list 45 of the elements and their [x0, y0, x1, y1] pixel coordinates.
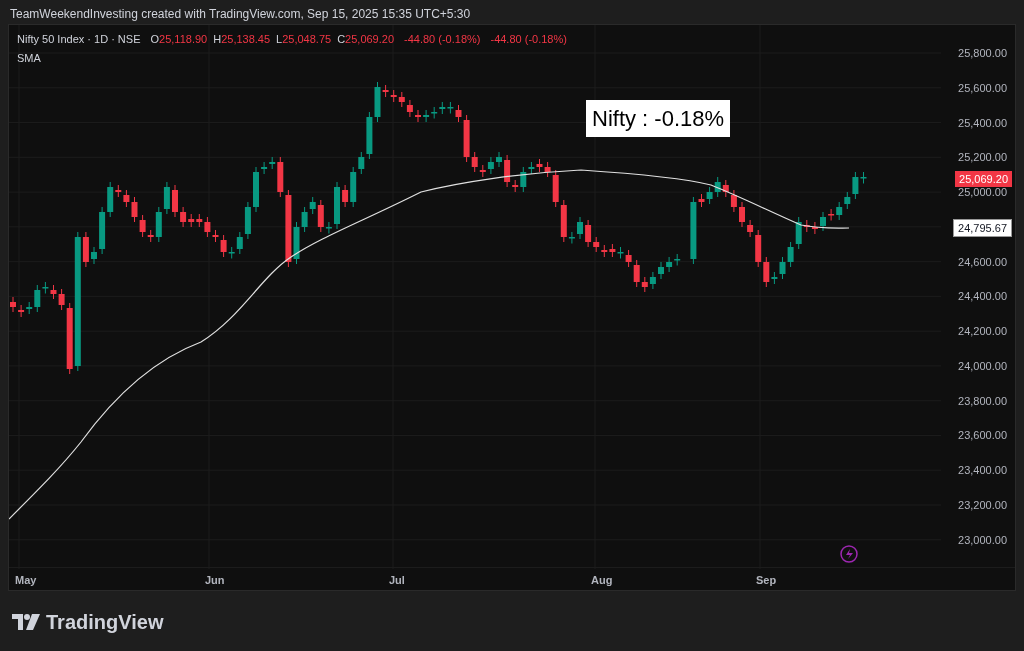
ohlc-value: C25,069.20 [337, 32, 395, 47]
annotation-label: Nifty : -0.18% [586, 100, 731, 137]
price-label: 25,069.20 [955, 171, 1012, 187]
price-tick: 24,400.00 [958, 289, 1007, 304]
time-tick: May [15, 573, 37, 588]
candlestick [415, 109, 421, 123]
symbol-title: Nifty 50 Index · 1D · NSE [17, 32, 141, 47]
price-change: -44.80 (-0.18%) [490, 32, 567, 47]
time-tick: Aug [591, 573, 613, 588]
price-tick: 23,200.00 [958, 498, 1007, 512]
price-tick: 24,200.00 [958, 324, 1007, 339]
candlestick [253, 166, 259, 213]
price-tick: 25,200.00 [958, 150, 1007, 165]
price-tick: 25,600.00 [958, 80, 1007, 95]
snapshot-header: TeamWeekendInvesting created with TradingView.com, Sep 15, 2025 15:35 UTC+5:30 [10, 6, 471, 23]
price-tick: 25,800.00 [958, 46, 1007, 60]
price-label: 24,795.67 [953, 219, 1012, 237]
time-tick: Jun [205, 573, 225, 588]
tradingview-logo-text: TradingView [46, 610, 164, 635]
time-tick: Sep [756, 573, 777, 588]
candlestick [91, 246, 97, 265]
candlestick [658, 261, 664, 280]
candlestick [334, 181, 340, 230]
price-tick: 23,600.00 [958, 428, 1007, 443]
ohlc-value: H25,138.45 [213, 32, 271, 47]
candlestick [577, 216, 583, 240]
price-tick: 23,000.00 [958, 532, 1007, 547]
indicator-label: SMA [17, 50, 42, 66]
price-tick: 25,400.00 [958, 115, 1007, 130]
ohlc-value: L25,048.75 [276, 32, 332, 47]
candlestick [172, 184, 178, 218]
time-tick: Jul [389, 573, 405, 588]
ohlc-value: O25,118.90 [150, 32, 208, 47]
tradingview-logo-icon [12, 614, 40, 630]
price-tick: 23,400.00 [958, 463, 1007, 478]
candlestick [739, 201, 745, 228]
candlestick [820, 211, 826, 232]
candlestick [496, 151, 502, 168]
price-tick: 25,000.00 [958, 185, 1007, 200]
candlestick [10, 296, 16, 313]
price-tick: 23,800.00 [958, 393, 1007, 408]
lightning-icon[interactable] [840, 545, 858, 563]
price-tick: 24,000.00 [958, 358, 1007, 373]
price-tick: 24,600.00 [958, 254, 1007, 269]
price-change: -44.80 (-0.18%) [404, 32, 481, 47]
